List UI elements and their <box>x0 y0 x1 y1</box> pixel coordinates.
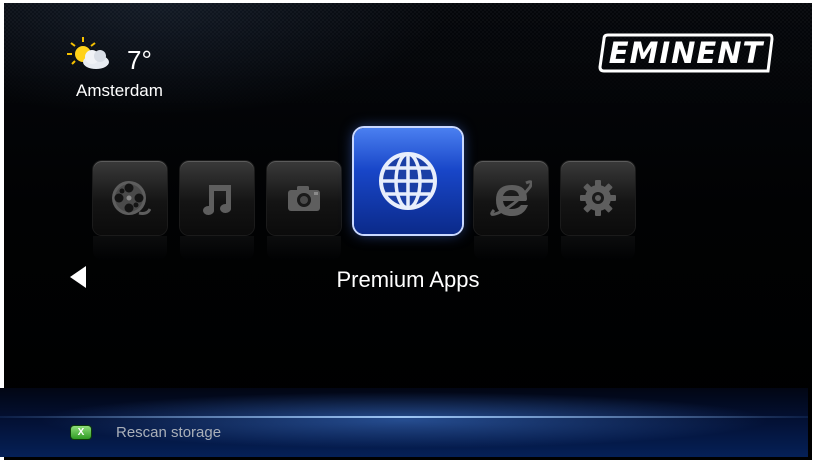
temperature: 7° <box>127 45 152 75</box>
brand-logo: EMINENT <box>598 31 774 75</box>
city-name: Amsterdam <box>76 81 163 100</box>
tile-reflection <box>474 236 548 260</box>
menu-tile-internet[interactable] <box>474 161 548 235</box>
menu-tile-music[interactable] <box>180 161 254 235</box>
rescan-storage-action[interactable]: Rescan storage <box>116 424 221 441</box>
globe-icon <box>379 152 437 210</box>
selected-menu-label: Premium Apps <box>336 267 480 292</box>
tile-reflection <box>180 236 254 260</box>
tile-reflection <box>561 236 635 260</box>
menu-tile-settings[interactable] <box>561 161 635 235</box>
menu-tile-movies[interactable] <box>93 161 167 235</box>
button-key-label: X <box>77 427 85 438</box>
camera-icon <box>288 186 320 211</box>
internet-explorer-icon <box>490 180 532 216</box>
menu-tile-photos[interactable] <box>267 161 341 235</box>
logo-text: EMINENT <box>608 36 764 70</box>
gear-icon <box>580 180 616 216</box>
film-reel-icon <box>112 181 151 215</box>
menu-tile-premium-apps[interactable] <box>354 128 462 234</box>
tile-reflection <box>93 236 167 260</box>
tile-reflection <box>267 236 341 260</box>
music-note-icon <box>203 185 232 215</box>
footer-bar <box>0 388 808 457</box>
partly-sunny-icon <box>67 37 109 69</box>
green-x-button-icon: X <box>71 426 91 439</box>
